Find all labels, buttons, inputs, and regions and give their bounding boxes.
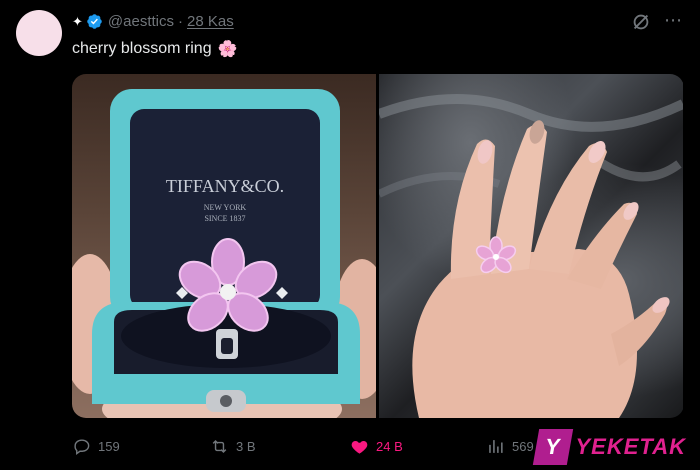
repost-count: 3 B [236,438,256,454]
tweet-text: cherry blossom ring 🌸 [72,39,238,59]
hand-photo[interactable] [379,74,683,418]
like-count: 24 B [376,438,403,454]
box-since-text: SINCE 1837 [204,214,245,223]
reply-count: 159 [98,438,120,454]
tweet-text-body: cherry blossom ring [72,40,212,57]
views-button[interactable]: 569 [486,432,534,460]
grok-icon[interactable] [630,11,652,33]
box-brand-text: TIFFANY&CO. [166,176,284,196]
tweet-date[interactable]: 28 Kas [187,13,234,30]
tweet-header: ✦ @aesttics · 28 Kas [72,13,234,30]
sparkle-glyph: ✦ [72,13,83,29]
ring-box-illustration: TIFFANY&CO. NEW YORK SINCE 1837 [72,89,376,418]
views-count: 569 [512,438,534,454]
box-city-text: NEW YORK [204,203,247,212]
hand-illustration [379,94,683,418]
repost-button[interactable]: 3 B [210,432,256,460]
cherry-blossom-emoji: 🌸 [217,41,238,58]
ring-box-photo[interactable]: TIFFANY&CO. NEW YORK SINCE 1837 [72,74,376,418]
watermark-badge: Y [532,429,573,465]
views-icon [489,439,503,453]
author-handle[interactable]: @aesttics [108,13,174,30]
separator-dot: · [178,13,183,30]
watermark-text: YEKETAK [575,434,686,459]
more-icon[interactable]: ⋯ [664,10,683,31]
reply-button[interactable]: 159 [72,432,120,460]
avatar[interactable] [16,10,62,56]
repost-icon [212,439,227,453]
tweet-media[interactable]: TIFFANY&CO. NEW YORK SINCE 1837 [72,74,684,418]
watermark: Y YEKETAK [532,428,686,466]
verified-badge-icon [87,14,102,29]
like-button[interactable]: 24 B [350,432,403,460]
heart-icon [351,440,368,454]
reply-icon [74,438,90,455]
